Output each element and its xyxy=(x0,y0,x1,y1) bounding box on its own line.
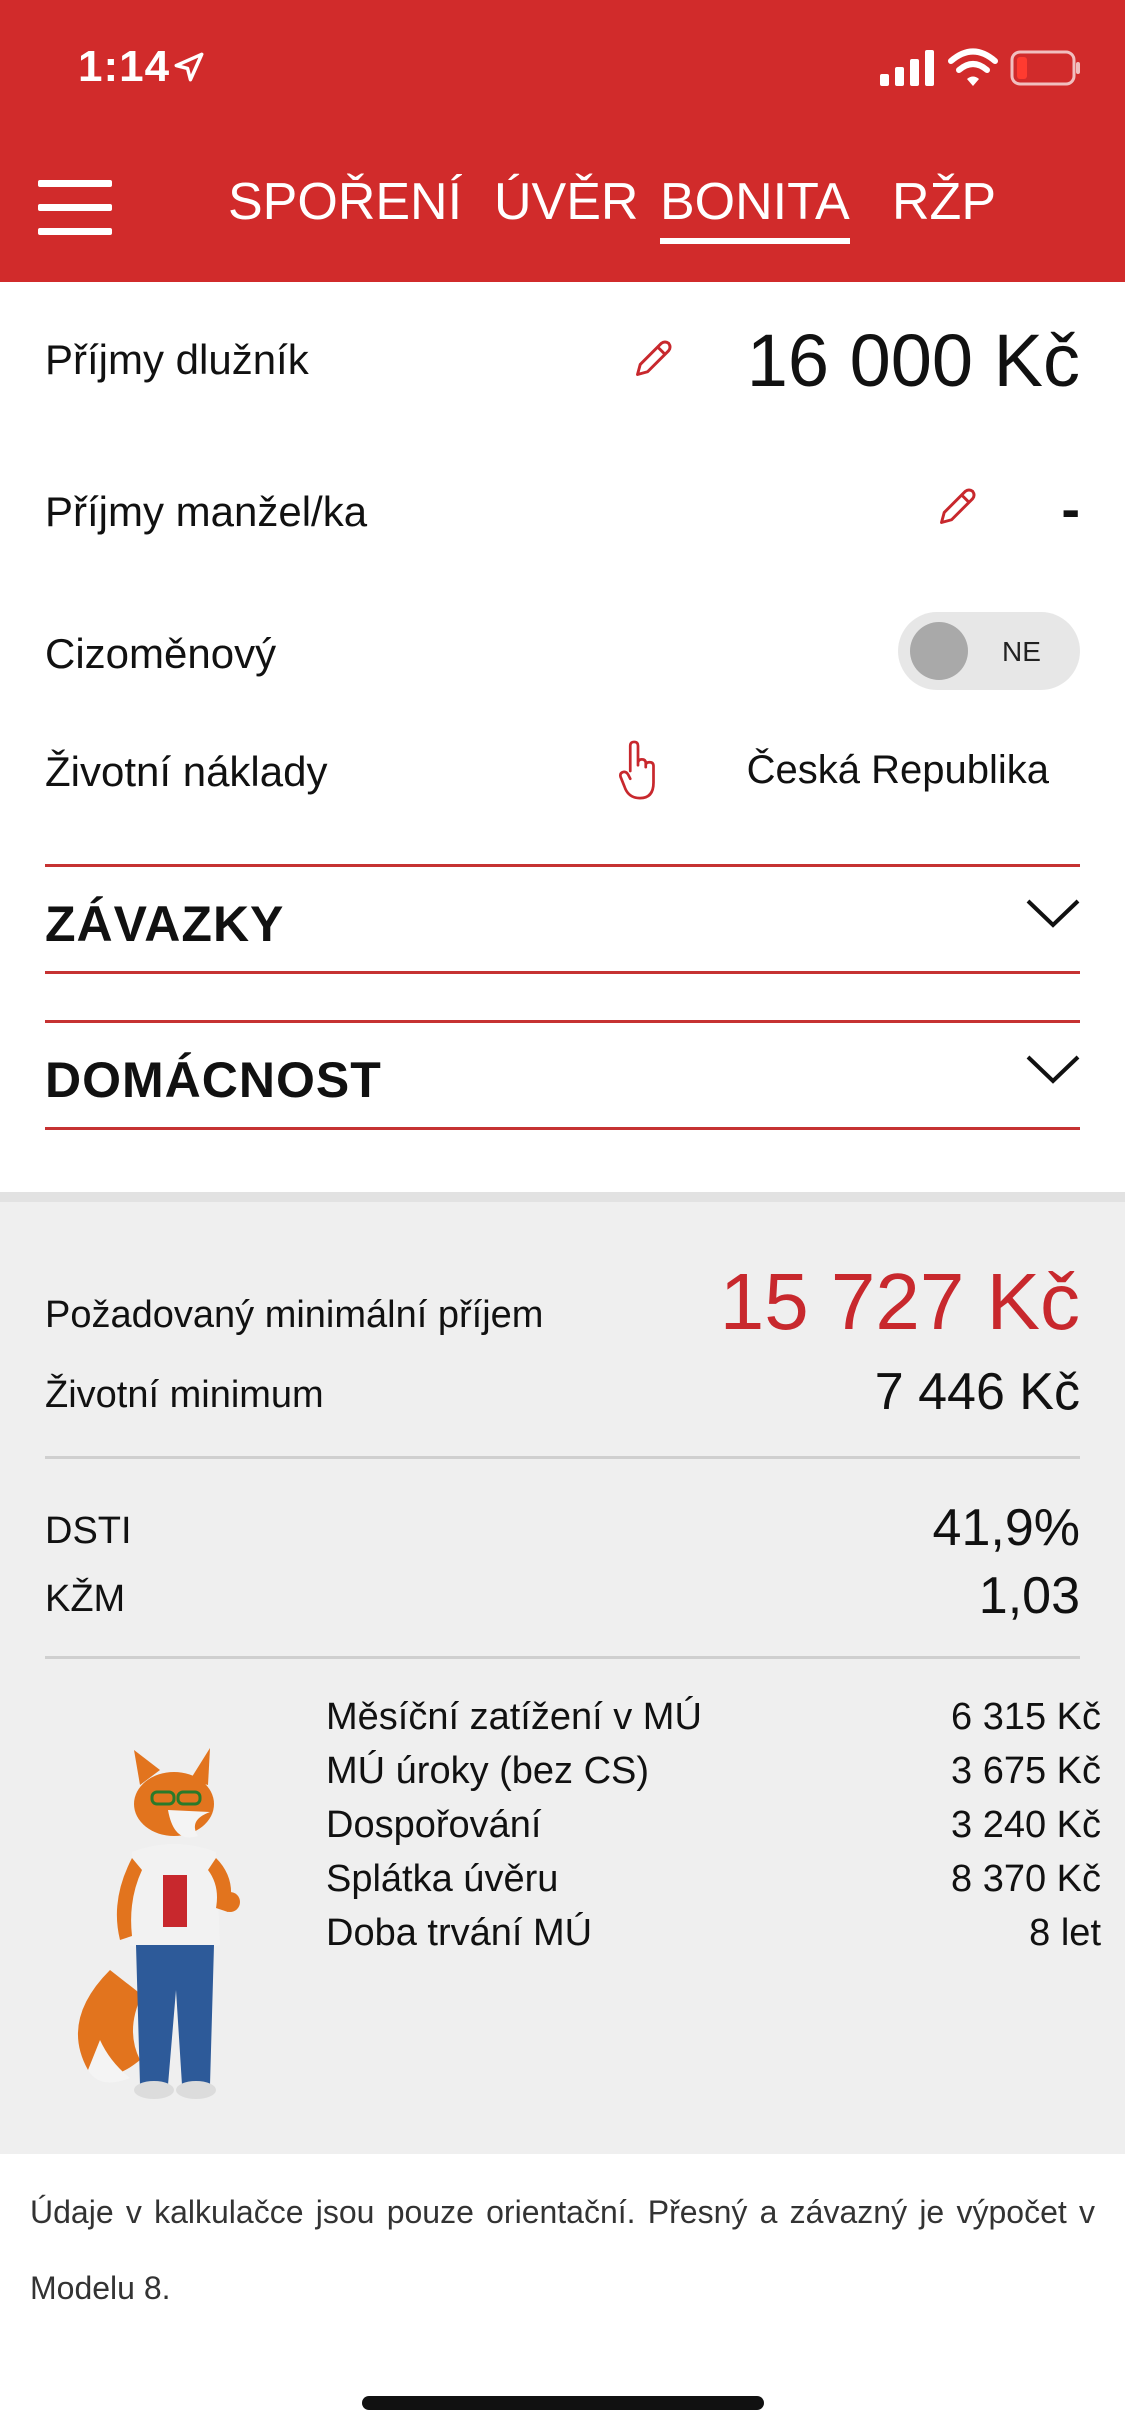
disclaimer-text: Údaje v kalkulačce jsou pouze orientační… xyxy=(30,2194,1095,2306)
foreign-currency-label: Cizoměnový xyxy=(45,630,277,677)
status-time: 1:14 xyxy=(78,42,171,91)
income-spouse-value[interactable]: - xyxy=(1061,476,1080,541)
detail-label: MÚ úroky (bez CS) xyxy=(326,1750,650,1792)
toggle-knob xyxy=(910,622,968,680)
edit-income-spouse-icon[interactable] xyxy=(936,484,980,528)
edit-income-debtor-icon[interactable] xyxy=(632,336,676,380)
required-income-label: Požadovaný minimální příjem xyxy=(45,1294,544,1336)
detail-value: 3 675 Kč xyxy=(951,1750,1101,1792)
battery-low-icon xyxy=(1010,50,1080,86)
living-minimum-value: 7 446 Kč xyxy=(874,1363,1080,1421)
tab-bonita[interactable]: BONITA xyxy=(660,172,850,244)
section-zavazky[interactable]: ZÁVAZKY xyxy=(45,864,1080,974)
detail-value: 8 let xyxy=(1029,1912,1101,1954)
summary-divider xyxy=(45,1656,1080,1659)
app-header: 1:14 SPOŘENÍ ÚVĚR BONITA RŽP xyxy=(0,0,1125,282)
kzm-label: KŽM xyxy=(45,1578,126,1620)
dsti-value: 41,9% xyxy=(932,1499,1080,1557)
dsti-label: DSTI xyxy=(45,1510,132,1552)
kzm-value: 1,03 xyxy=(978,1567,1080,1625)
detail-label: Dospořování xyxy=(326,1804,542,1846)
section-domacnost[interactable]: DOMÁCNOST xyxy=(45,1020,1080,1130)
toggle-state-text: NE xyxy=(1002,636,1041,667)
menu-button[interactable] xyxy=(38,180,112,235)
living-costs-label: Životní náklady xyxy=(45,748,328,795)
detail-label: Měsíční zatížení v MÚ xyxy=(326,1696,702,1738)
chevron-down-icon xyxy=(1026,899,1080,928)
detail-value: 8 370 Kč xyxy=(951,1858,1101,1900)
summary-divider xyxy=(45,1456,1080,1459)
wifi-icon xyxy=(948,48,998,86)
section-zavazky-title: ZÁVAZKY xyxy=(45,896,285,952)
income-debtor-label: Příjmy dlužník xyxy=(45,336,309,383)
location-arrow-icon xyxy=(174,52,204,82)
tab-rzp[interactable]: RŽP xyxy=(892,172,996,238)
section-domacnost-title: DOMÁCNOST xyxy=(45,1052,382,1108)
income-debtor-value[interactable]: 16 000 Kč xyxy=(747,318,1080,403)
home-indicator[interactable] xyxy=(362,2396,764,2410)
detail-value: 6 315 Kč xyxy=(951,1696,1101,1738)
living-costs-value[interactable]: Česká Republika xyxy=(747,748,1049,793)
detail-label: Splátka úvěru xyxy=(326,1858,559,1900)
tab-sporeni[interactable]: SPOŘENÍ xyxy=(228,172,462,238)
detail-label: Doba trvání MÚ xyxy=(326,1912,593,1954)
fox-mascot-image xyxy=(77,1748,240,2099)
tab-uver[interactable]: ÚVĚR xyxy=(494,172,638,238)
income-spouse-label: Příjmy manžel/ka xyxy=(45,488,368,535)
signal-icon xyxy=(880,50,934,86)
tap-hand-icon[interactable] xyxy=(616,740,660,802)
detail-value: 3 240 Kč xyxy=(951,1804,1101,1846)
living-minimum-label: Životní minimum xyxy=(45,1374,324,1416)
required-income-value: 15 727 Kč xyxy=(719,1257,1080,1346)
foreign-currency-toggle[interactable]: NE xyxy=(898,612,1080,690)
chevron-down-icon xyxy=(1026,1055,1080,1084)
